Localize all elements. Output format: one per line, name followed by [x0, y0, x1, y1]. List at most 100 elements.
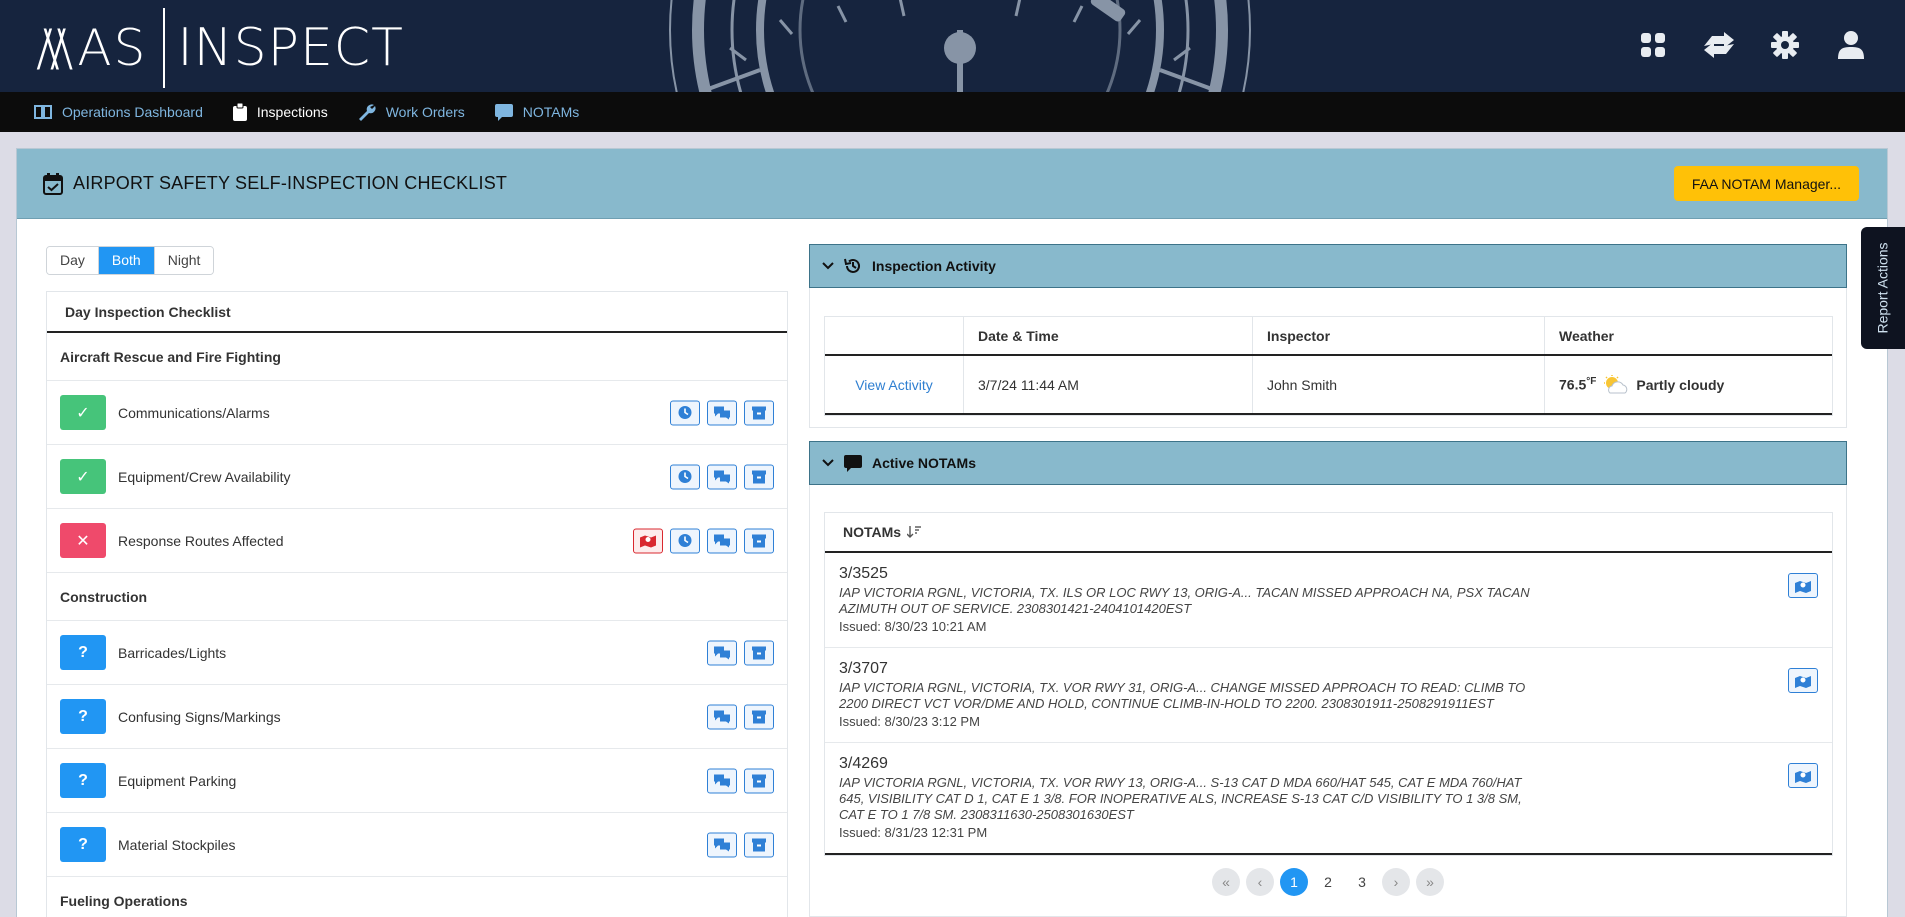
toggle-both[interactable]: Both	[97, 247, 154, 274]
notam-item: 3/3707 IAP VICTORIA RGNL, VICTORIA, TX. …	[825, 648, 1832, 743]
item-label: Material Stockpiles	[118, 836, 236, 853]
status-unset-button[interactable]: ?	[60, 763, 106, 798]
next-page-button[interactable]: ›	[1382, 868, 1410, 896]
activity-table: Date & Time Inspector Weather View Activ…	[824, 316, 1833, 416]
notam-issued: Issued: 8/30/23 3:12 PM	[839, 714, 980, 729]
comments-icon	[714, 710, 730, 724]
toggle-night[interactable]: Night	[153, 247, 214, 274]
nav-notams[interactable]: NOTAMs	[494, 103, 579, 121]
checklist-item: ? Material Stockpiles	[47, 813, 787, 877]
archive-button[interactable]	[744, 640, 774, 665]
status-unset-button[interactable]: ?	[60, 699, 106, 734]
status-pass-button[interactable]: ✓	[60, 459, 106, 494]
day-inspection-checklist: Day Inspection Checklist Aircraft Rescue…	[46, 291, 788, 917]
archive-button[interactable]	[744, 464, 774, 489]
prev-page-button[interactable]: ‹	[1246, 868, 1274, 896]
activity-date: 3/7/24 11:44 AM	[963, 356, 1252, 413]
notam-text: IAP VICTORIA RGNL, VICTORIA, TX. VOR RWY…	[839, 680, 1526, 711]
item-label: Equipment/Crew Availability	[118, 468, 291, 485]
gear-icon[interactable]	[1767, 27, 1803, 63]
history-button[interactable]	[670, 464, 700, 489]
history-button[interactable]	[670, 528, 700, 553]
comments-icon	[714, 838, 730, 852]
comments-button[interactable]	[707, 400, 737, 425]
transfer-icon[interactable]	[1701, 27, 1737, 63]
notam-list-header[interactable]: NOTAMs	[825, 513, 1832, 553]
nav-inspections[interactable]: Inspections	[232, 103, 328, 121]
book-icon	[34, 105, 52, 119]
archive-button[interactable]	[744, 528, 774, 553]
table-row: View Activity 3/7/24 11:44 AM John Smith…	[825, 356, 1832, 415]
notam-item: 3/4269 IAP VICTORIA RGNL, VICTORIA, TX. …	[825, 743, 1832, 855]
page-3-button[interactable]: 3	[1348, 868, 1376, 896]
toggle-day[interactable]: Day	[47, 247, 98, 274]
item-label: Barricades/Lights	[118, 644, 227, 661]
status-fail-button[interactable]: ✕	[60, 523, 106, 558]
nav-work-orders[interactable]: Work Orders	[358, 103, 465, 121]
archive-button[interactable]	[744, 704, 774, 729]
nav-label: Operations Dashboard	[62, 104, 203, 120]
clock-icon	[678, 470, 692, 483]
main-nav: Operations Dashboard Inspections Work Or…	[0, 92, 1905, 132]
archive-button[interactable]	[744, 832, 774, 857]
checklist-item: ? Equipment Parking	[47, 749, 787, 813]
notam-item: 3/3525 IAP VICTORIA RGNL, VICTORIA, TX. …	[825, 553, 1832, 648]
checklist-title: Day Inspection Checklist	[47, 292, 787, 333]
faa-notam-manager-button[interactable]: FAA NOTAM Manager...	[1673, 166, 1859, 201]
compass-dial-graphic	[669, 0, 1251, 92]
map-marker-icon	[640, 535, 656, 548]
notam-issued: Issued: 8/31/23 12:31 PM	[839, 825, 988, 840]
comments-icon	[714, 470, 730, 484]
col-inspector: Inspector	[1252, 317, 1544, 354]
panel-title: Active NOTAMs	[872, 455, 976, 471]
app-logo[interactable]: /\/\ AS INSPECT	[36, 8, 404, 88]
archive-icon	[752, 534, 766, 548]
item-label: Confusing Signs/Markings	[118, 708, 281, 725]
nav-label: Work Orders	[385, 104, 465, 120]
notam-issued: Issued: 8/30/23 10:21 AM	[839, 619, 987, 634]
user-icon[interactable]	[1833, 27, 1869, 63]
page-1-button[interactable]: 1	[1280, 868, 1308, 896]
archive-icon	[752, 406, 766, 420]
archive-icon	[752, 646, 766, 660]
temperature: 76.5°F	[1559, 376, 1597, 393]
last-page-button[interactable]: »	[1416, 868, 1444, 896]
history-button[interactable]	[670, 400, 700, 425]
map-location-button[interactable]	[633, 528, 663, 553]
chat-icon	[844, 455, 862, 472]
notam-list-title: NOTAMs	[843, 524, 902, 540]
grid-icon[interactable]	[1635, 27, 1671, 63]
archive-button[interactable]	[744, 768, 774, 793]
comments-button[interactable]	[707, 832, 737, 857]
comments-button[interactable]	[707, 640, 737, 665]
notam-map-button[interactable]	[1788, 668, 1818, 693]
col-weather: Weather	[1544, 317, 1832, 354]
comments-button[interactable]	[707, 464, 737, 489]
nav-operations-dashboard[interactable]: Operations Dashboard	[34, 104, 203, 120]
notam-map-button[interactable]	[1788, 573, 1818, 598]
clock-icon	[678, 406, 692, 419]
panel-title: Inspection Activity	[872, 258, 996, 274]
col-blank	[825, 317, 963, 354]
status-unset-button[interactable]: ?	[60, 635, 106, 670]
inspection-activity-header[interactable]: Inspection Activity	[809, 244, 1847, 288]
first-page-button[interactable]: «	[1212, 868, 1240, 896]
chevron-down-icon	[822, 262, 834, 270]
page-title: AIRPORT SAFETY SELF-INSPECTION CHECKLIST	[73, 173, 508, 193]
status-unset-button[interactable]: ?	[60, 827, 106, 862]
page-2-button[interactable]: 2	[1314, 868, 1342, 896]
section-construction: Construction	[47, 573, 787, 621]
comments-icon	[714, 406, 730, 420]
view-activity-link[interactable]: View Activity	[825, 356, 963, 413]
report-actions-tab[interactable]: Report Actions	[1861, 227, 1905, 349]
comments-button[interactable]	[707, 768, 737, 793]
status-pass-button[interactable]: ✓	[60, 395, 106, 430]
active-notams-header[interactable]: Active NOTAMs	[809, 441, 1847, 485]
archive-button[interactable]	[744, 400, 774, 425]
comments-button[interactable]	[707, 528, 737, 553]
notam-map-button[interactable]	[1788, 763, 1818, 788]
comments-button[interactable]	[707, 704, 737, 729]
logo-mas-text: /\/\ AS	[36, 19, 148, 77]
weather-condition: Partly cloudy	[1636, 376, 1725, 393]
item-label: Equipment Parking	[118, 772, 237, 789]
